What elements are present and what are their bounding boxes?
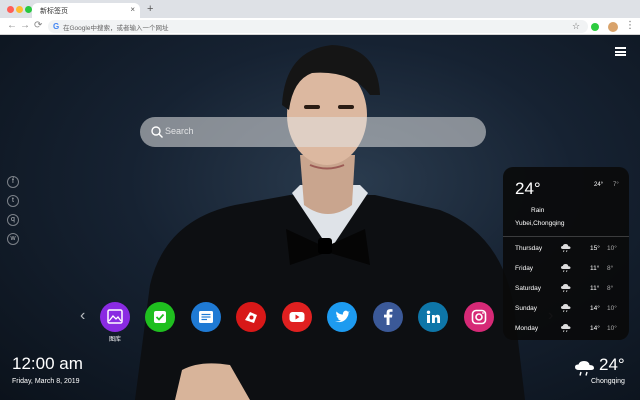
- forecast-high: 11°: [590, 285, 600, 292]
- close-window-dot[interactable]: [7, 6, 14, 13]
- tab-strip: 新标签页 × +: [0, 0, 640, 18]
- forecast-high: 15°: [590, 245, 600, 252]
- app-gallery[interactable]: [100, 302, 130, 332]
- weather-divider: [503, 236, 629, 237]
- browser-menu-icon[interactable]: ⋮: [625, 20, 635, 31]
- app-games[interactable]: [236, 302, 266, 332]
- current-weather-city: Chongqing: [591, 378, 625, 385]
- checkbox-icon: [154, 311, 166, 323]
- forecast-row: Saturday 11° 8°: [503, 279, 629, 299]
- address-bar[interactable]: G 在Google中搜索，或者输入一个网址: [48, 20, 588, 33]
- app-twitter[interactable]: [327, 302, 357, 332]
- new-tab-page: Search f t q w ‹ › 图库: [0, 35, 640, 400]
- dock-prev-arrow[interactable]: ‹: [80, 307, 85, 325]
- forecast-low: 8°: [607, 265, 614, 272]
- maximize-window-dot[interactable]: [25, 6, 32, 13]
- wechat-share-icon[interactable]: w: [7, 233, 19, 245]
- cloud-rain-icon: [561, 244, 571, 253]
- weather-card[interactable]: 24° 24° 7° Rain Yubei,Chongqing Thursday…: [503, 167, 629, 340]
- weather-high-temp: 24°: [594, 182, 604, 188]
- forecast-day: Friday: [515, 265, 534, 272]
- app-facebook[interactable]: [373, 302, 403, 332]
- google-icon: G: [53, 22, 60, 31]
- forecast-row: Friday 11° 8°: [503, 259, 629, 279]
- weather-location: Yubei,Chongqing: [515, 220, 565, 227]
- weather-current-temp: 24°: [515, 179, 541, 198]
- linkedin-icon: [426, 310, 440, 323]
- note-icon: [199, 311, 213, 323]
- app-linkedin[interactable]: [418, 302, 448, 332]
- cloud-rain-icon: [561, 264, 571, 273]
- forecast-day: Saturday: [515, 285, 542, 292]
- forecast-high: 14°: [590, 325, 600, 332]
- forecast-low: 10°: [607, 305, 617, 312]
- twitter-icon: [335, 310, 350, 323]
- star-icon[interactable]: ☆: [572, 21, 580, 32]
- cloud-rain-icon[interactable]: [573, 359, 597, 377]
- clock-time: 12:00 am: [12, 354, 83, 373]
- extension-icon[interactable]: [591, 23, 599, 31]
- tab-new-tab[interactable]: 新标签页 ×: [32, 3, 140, 18]
- app-tasks[interactable]: [145, 302, 175, 332]
- search-bar[interactable]: Search: [140, 117, 486, 147]
- app-youtube[interactable]: [282, 302, 312, 332]
- reload-icon[interactable]: ⟳: [34, 20, 42, 31]
- youtube-icon: [289, 312, 305, 322]
- clock-date: Friday, March 8, 2019: [12, 378, 80, 385]
- cloud-rain-icon: [561, 324, 571, 333]
- forecast-low: 8°: [607, 285, 614, 292]
- twitter-share-icon[interactable]: t: [7, 195, 19, 207]
- qq-share-icon[interactable]: q: [7, 214, 19, 226]
- forecast-row: Sunday 14° 10°: [503, 299, 629, 319]
- forecast-high: 11°: [590, 265, 600, 272]
- current-weather-temp: 24°: [599, 355, 625, 374]
- forecast-day: Monday: [515, 325, 539, 332]
- forecast-low: 10°: [607, 245, 617, 252]
- forecast-day: Sunday: [515, 305, 538, 312]
- weather-low-temp: 7°: [613, 182, 619, 188]
- menu-icon[interactable]: [615, 47, 626, 56]
- back-icon[interactable]: ←: [7, 20, 17, 31]
- facebook-icon: [384, 309, 393, 325]
- address-bar-placeholder: 在Google中搜索，或者输入一个网址: [63, 25, 169, 32]
- tab-close-icon[interactable]: ×: [130, 5, 135, 14]
- new-tab-button[interactable]: +: [147, 3, 153, 15]
- profile-avatar[interactable]: [608, 22, 618, 32]
- forecast-day: Thursday: [515, 245, 543, 252]
- forecast-high: 14°: [590, 305, 600, 312]
- cloud-rain-icon: [561, 304, 571, 313]
- forecast-low: 10°: [607, 325, 617, 332]
- weather-condition: Rain: [531, 207, 545, 214]
- cloud-rain-icon: [561, 284, 571, 293]
- app-notes[interactable]: [191, 302, 221, 332]
- forecast-row: Monday 14° 10°: [503, 319, 629, 339]
- forecast-row: Thursday 15° 10°: [503, 239, 629, 259]
- app-instagram[interactable]: [464, 302, 494, 332]
- minimize-window-dot[interactable]: [16, 6, 23, 13]
- tab-title: 新标签页: [40, 8, 68, 15]
- forward-icon[interactable]: →: [20, 20, 30, 31]
- browser-toolbar: ← → ⟳ G 在Google中搜索，或者输入一个网址 ☆: [0, 18, 640, 35]
- app-gallery-label: 图库: [108, 337, 121, 343]
- image-icon: [107, 309, 123, 324]
- gamepad-icon: [245, 312, 257, 323]
- search-icon: [151, 126, 163, 138]
- facebook-share-icon[interactable]: f: [7, 176, 19, 188]
- search-placeholder: Search: [165, 126, 194, 136]
- instagram-icon: [471, 309, 487, 325]
